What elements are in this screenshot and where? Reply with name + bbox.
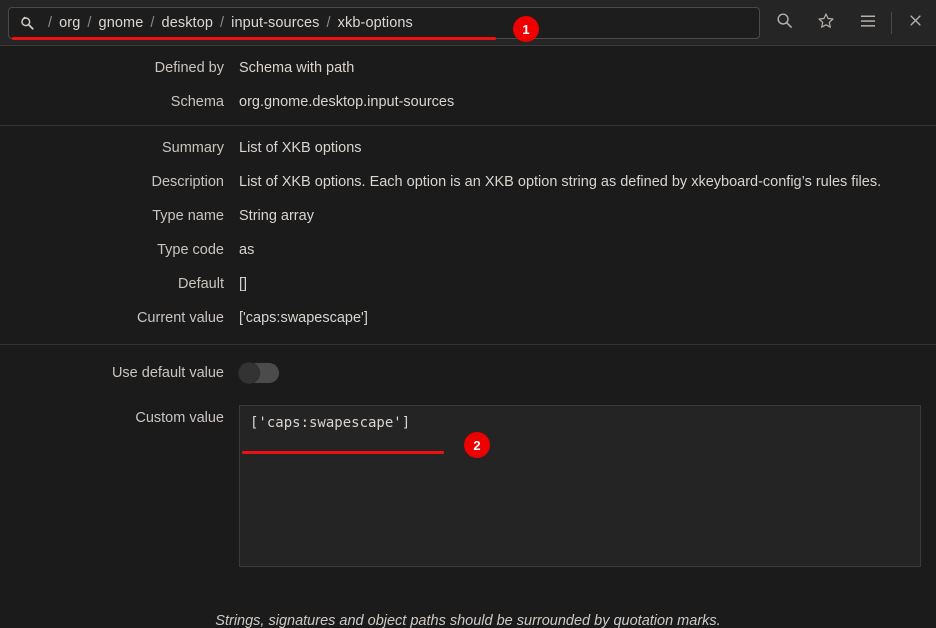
breadcrumb-separator: / bbox=[326, 15, 331, 31]
use-default-value-toggle[interactable] bbox=[239, 363, 279, 383]
schema-value: org.gnome.desktop.input-sources bbox=[239, 94, 455, 110]
breadcrumb-item-input-sources[interactable]: input-sources bbox=[231, 15, 319, 31]
type-code-label: Type code bbox=[157, 242, 224, 258]
use-default-value-label: Use default value bbox=[111, 365, 224, 381]
breadcrumb-item-desktop[interactable]: desktop bbox=[162, 15, 214, 31]
breadcrumb-separator: / bbox=[150, 15, 155, 31]
dconf-editor-window: / org / gnome / desktop / input-sources … bbox=[0, 0, 936, 628]
key-detail-content: Defined by Schema with path Schema org.g… bbox=[0, 47, 936, 628]
annotation-badge-2: 2 bbox=[464, 432, 490, 458]
row-custom-value: Custom value ['caps:swapescape'] bbox=[0, 405, 936, 567]
annotation-underline-1 bbox=[12, 37, 496, 40]
type-code-value: as bbox=[239, 242, 255, 258]
header-divider bbox=[891, 12, 892, 34]
breadcrumb-item-gnome[interactable]: gnome bbox=[99, 15, 144, 31]
breadcrumb-separator-root: / bbox=[48, 15, 53, 31]
type-name-value: String array bbox=[239, 208, 314, 224]
path-search-entry[interactable]: / org / gnome / desktop / input-sources … bbox=[8, 7, 760, 39]
star-icon bbox=[817, 12, 835, 35]
header-buttons bbox=[763, 0, 936, 46]
defined-by-value: Schema with path bbox=[239, 60, 355, 76]
row-schema: Schema org.gnome.desktop.input-sources bbox=[0, 93, 936, 112]
custom-value-label: Custom value bbox=[135, 410, 224, 426]
editor-group: Use default value Custom value ['caps:sw… bbox=[0, 345, 936, 567]
custom-value-wrap: ['caps:swapescape'] bbox=[239, 405, 921, 567]
breadcrumb-item-org[interactable]: org bbox=[59, 15, 80, 31]
definition-group: Defined by Schema with path Schema org.g… bbox=[0, 47, 936, 125]
row-summary: Summary List of XKB options bbox=[0, 139, 936, 158]
breadcrumb-item-xkb-options[interactable]: xkb-options bbox=[338, 15, 413, 31]
breadcrumb-separator: / bbox=[87, 15, 92, 31]
value-format-hint: Strings, signatures and object paths sho… bbox=[215, 613, 721, 628]
breadcrumb-separator: / bbox=[220, 15, 225, 31]
description-value: List of XKB options. Each option is an X… bbox=[239, 174, 882, 190]
summary-label: Summary bbox=[161, 140, 224, 156]
description-label: Description bbox=[151, 174, 224, 190]
search-icon bbox=[776, 12, 793, 34]
row-current-value: Current value ['caps:swapescape'] bbox=[0, 309, 936, 328]
search-key-icon bbox=[19, 15, 35, 31]
search-button[interactable] bbox=[763, 0, 805, 46]
current-value-value: ['caps:swapescape'] bbox=[239, 310, 368, 326]
annotation-underline-2 bbox=[242, 451, 444, 454]
type-name-label: Type name bbox=[152, 208, 224, 224]
current-value-label: Current value bbox=[136, 310, 224, 326]
close-button[interactable] bbox=[894, 0, 936, 46]
annotation-badge-1: 1 bbox=[513, 16, 539, 42]
row-description: Description List of XKB options. Each op… bbox=[0, 173, 936, 192]
schema-label: Schema bbox=[170, 94, 224, 110]
row-type-code: Type code as bbox=[0, 241, 936, 260]
default-value: [] bbox=[239, 276, 248, 292]
close-icon bbox=[908, 13, 923, 33]
row-default: Default [] bbox=[0, 275, 936, 294]
custom-value-input[interactable]: ['caps:swapescape'] bbox=[239, 405, 921, 567]
breadcrumb: / org / gnome / desktop / input-sources … bbox=[41, 15, 413, 31]
bookmark-button[interactable] bbox=[805, 0, 847, 46]
menu-button[interactable] bbox=[847, 0, 889, 46]
row-use-default-value: Use default value bbox=[0, 363, 936, 383]
row-defined-by: Defined by Schema with path bbox=[0, 59, 936, 78]
row-type-name: Type name String array bbox=[0, 207, 936, 226]
hamburger-menu-icon bbox=[859, 14, 877, 33]
default-label: Default bbox=[178, 276, 224, 292]
defined-by-label: Defined by bbox=[154, 60, 224, 76]
toggle-knob bbox=[239, 363, 259, 383]
summary-value: List of XKB options bbox=[239, 140, 362, 156]
metadata-group: Summary List of XKB options Description … bbox=[0, 126, 936, 344]
